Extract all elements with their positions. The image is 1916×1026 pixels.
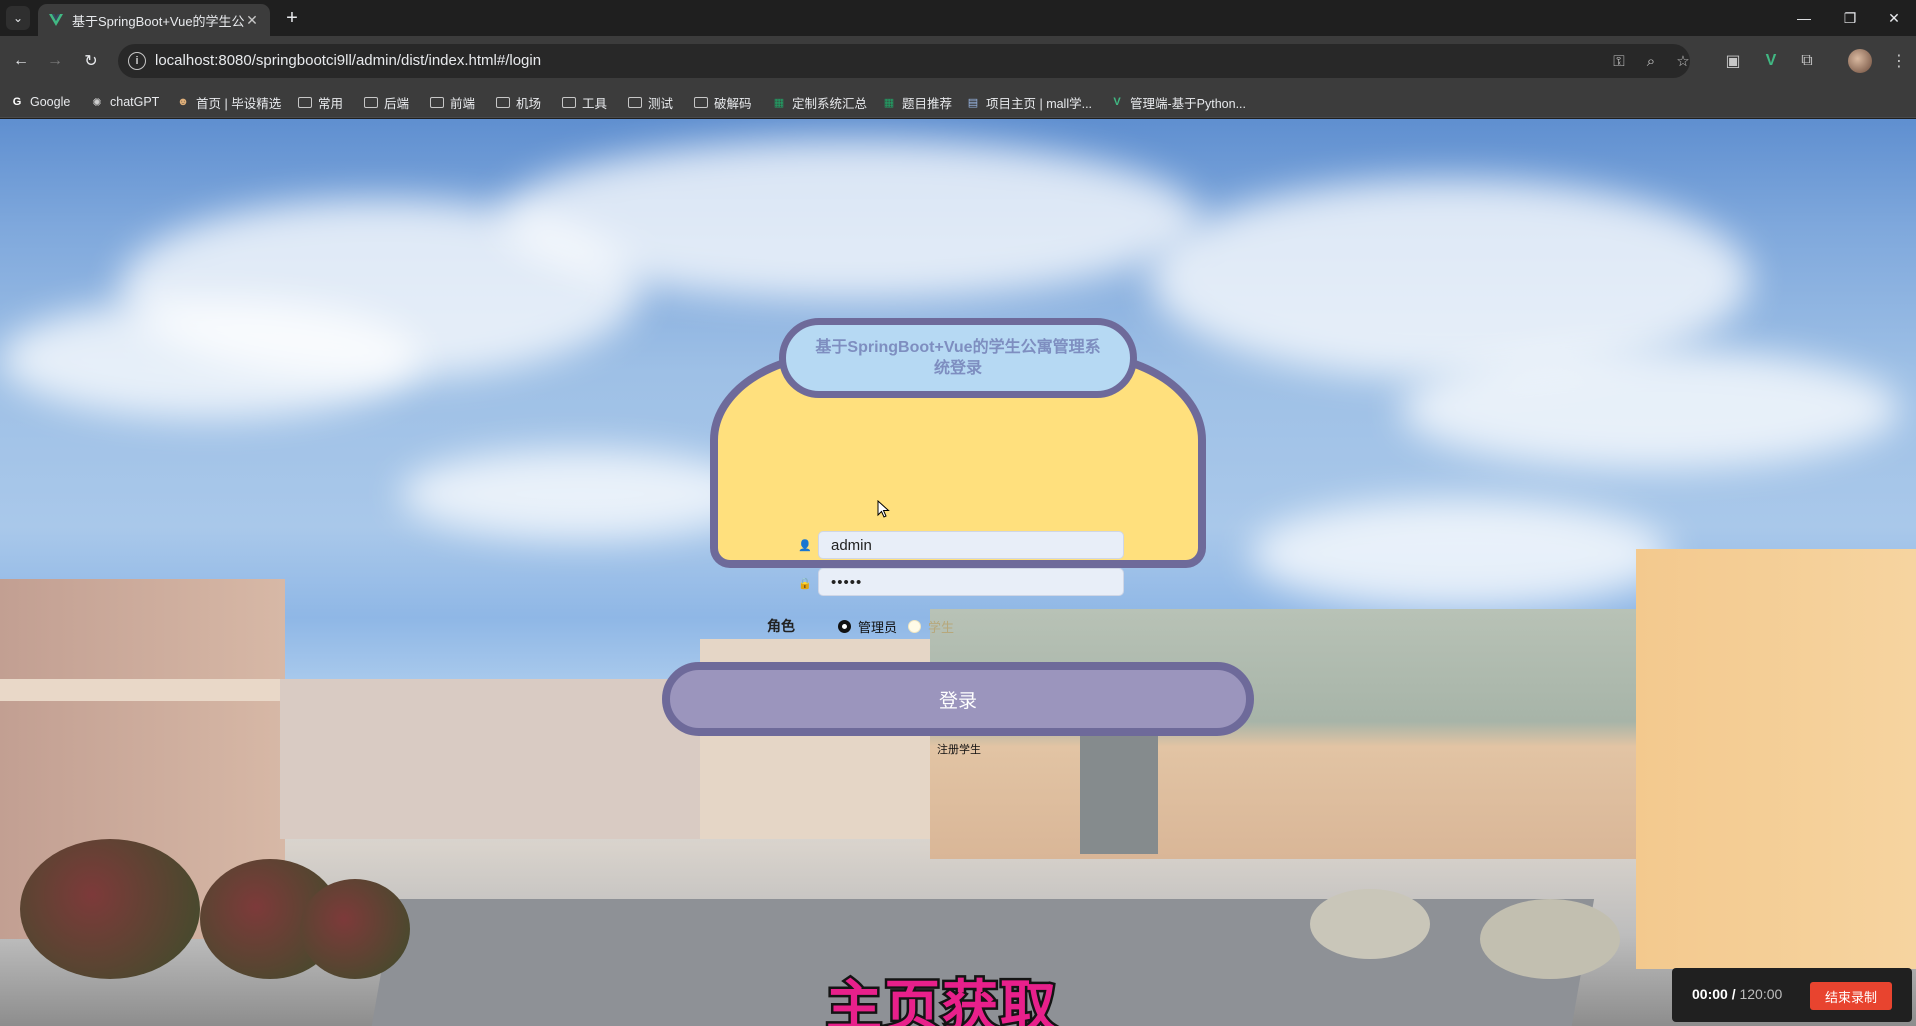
user-icon: 👤 [798, 539, 812, 552]
login-title-pill: 基于SpringBoot+Vue的学生公寓管理系统登录 [779, 318, 1137, 398]
username-input[interactable]: admin [818, 531, 1124, 559]
bookmark-folder[interactable]: 工具 [562, 93, 607, 111]
browser-toolbar: ← → ↻ i localhost:8080/springbootci9ll/a… [0, 36, 1916, 86]
bookmark-google[interactable]: G Google [10, 93, 71, 111]
chatgpt-icon: ✺ [92, 96, 102, 109]
bookmark-custom-systems[interactable]: ▦ 定制系统汇总 [772, 93, 867, 111]
google-icon: G [12, 96, 22, 108]
key-icon[interactable]: ⚿ [1608, 50, 1630, 72]
close-tab-icon[interactable]: ✕ [244, 12, 260, 29]
bookmark-chatgpt[interactable]: ✺ chatGPT [90, 93, 159, 111]
url-text[interactable]: localhost:8080/springbootci9ll/admin/dis… [155, 52, 541, 69]
lock-icon: 🔒 [798, 577, 812, 590]
vue-devtools-icon[interactable]: V [1758, 48, 1784, 74]
stop-recording-button[interactable]: 结束录制 [1810, 982, 1892, 1010]
restore-button[interactable]: ❐ [1826, 0, 1874, 36]
cloud-shape [1250, 499, 1670, 609]
bookmark-folder[interactable]: 破解码 [694, 93, 752, 111]
radio-unchecked-icon [908, 620, 921, 633]
active-tab[interactable]: 基于SpringBoot+Vue的学生公 ✕ [38, 4, 270, 36]
bookmarks-bar: G Google ✺ chatGPT ☻ 首页 | 毕设精选 常用 后端 前端 机场 … [0, 86, 1916, 118]
watermark-text: 主页获取 [824, 973, 1059, 1026]
cloud-shape [0, 299, 420, 419]
site-icon: ☻ [177, 96, 189, 108]
bush [1310, 889, 1430, 959]
site-info-icon[interactable]: i [128, 52, 146, 70]
close-window-button[interactable]: ✕ [1870, 0, 1916, 36]
vue-icon: V [1113, 96, 1121, 108]
mouse-cursor-icon [877, 500, 890, 518]
recording-widget: 00:00 / 120:00 结束录制 [1672, 968, 1912, 1022]
folder-icon [628, 95, 642, 109]
role-radio-admin[interactable]: 管理员 [838, 617, 897, 636]
profile-avatar[interactable] [1848, 49, 1872, 73]
bookmark-folder[interactable]: 机场 [496, 93, 541, 111]
puzzle-icon[interactable]: ⧉ [1794, 48, 1820, 74]
login-button[interactable]: 登录 [662, 662, 1254, 736]
forward-button[interactable]: → [42, 48, 68, 74]
minimize-button[interactable]: — [1780, 0, 1828, 36]
bookmark-home[interactable]: ☻ 首页 | 毕设精选 [176, 93, 281, 111]
tab-search-button[interactable]: ⌄ [6, 6, 30, 30]
radio-checked-icon [838, 620, 851, 633]
tab-title: 基于SpringBoot+Vue的学生公 [72, 13, 244, 29]
cloud-shape [1400, 349, 1900, 469]
bookmark-folder[interactable]: 测试 [628, 93, 673, 111]
bush [20, 839, 200, 979]
role-label: 角色 [767, 618, 795, 634]
bookmark-folder[interactable]: 前端 [430, 93, 475, 111]
tab-strip: ⌄ 基于SpringBoot+Vue的学生公 ✕ + — ❐ ✕ [0, 0, 1916, 36]
bookmark-admin[interactable]: V 管理端-基于Python... [1110, 93, 1246, 111]
bush [300, 879, 410, 979]
zoom-icon[interactable]: ⌕ [1640, 50, 1662, 72]
cloud-shape [400, 449, 760, 539]
cloud-shape [500, 139, 1200, 299]
password-input[interactable]: ••••• [818, 568, 1124, 596]
bookmark-project[interactable]: ▤ 项目主页 | mall学... [966, 93, 1092, 111]
vue-icon [49, 14, 63, 26]
role-radio-student[interactable]: 学生 [908, 617, 954, 636]
folder-icon [562, 95, 576, 109]
building-right [1636, 549, 1916, 969]
menu-icon[interactable]: ⋮ [1886, 48, 1912, 74]
bookmark-topics[interactable]: ▦ 题目推荐 [882, 93, 952, 111]
extension-icon[interactable]: ▣ [1720, 48, 1746, 74]
bookmark-folder[interactable]: 常用 [298, 93, 343, 111]
login-title: 基于SpringBoot+Vue的学生公寓管理系统登录 [815, 339, 1101, 377]
sheet-icon: ▦ [883, 96, 895, 109]
back-button[interactable]: ← [8, 48, 34, 74]
bookmark-folder[interactable]: 后端 [364, 93, 409, 111]
reload-button[interactable]: ↻ [78, 48, 104, 74]
address-bar[interactable]: i localhost:8080/springbootci9ll/admin/d… [118, 44, 1690, 78]
folder-icon [364, 95, 378, 109]
register-student-link[interactable]: 注册学生 [937, 741, 981, 757]
bush [1480, 899, 1620, 979]
new-tab-button[interactable]: + [280, 6, 304, 30]
building-stripe [0, 679, 285, 701]
folder-icon [298, 95, 312, 109]
sheet-icon: ▦ [773, 96, 785, 109]
bookmark-star-icon[interactable]: ☆ [1672, 50, 1694, 72]
page-icon: ▤ [967, 96, 979, 109]
folder-icon [496, 95, 510, 109]
folder-icon [430, 95, 444, 109]
folder-icon [694, 95, 708, 109]
recording-timer: 00:00 / 120:00 [1692, 986, 1783, 1002]
building-wall [280, 679, 700, 839]
